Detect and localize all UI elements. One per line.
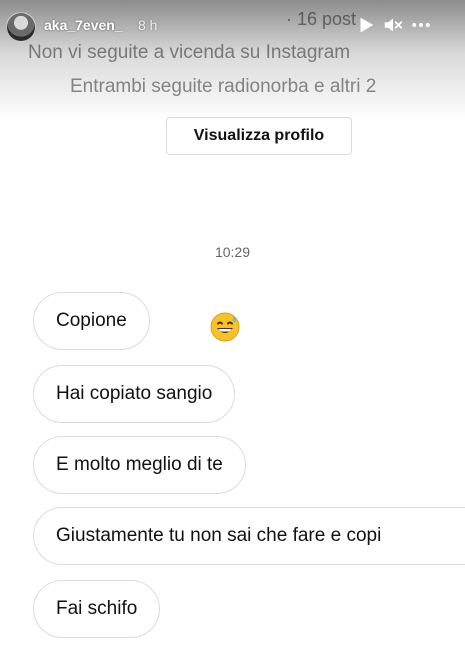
story-header: aka_7even_ 8 h bbox=[0, 8, 465, 44]
mute-icon[interactable] bbox=[382, 14, 404, 36]
mutual-follow-text: Entrambi seguite radionorba e altri 2 bbox=[70, 76, 377, 97]
story-time-ago: 8 h bbox=[138, 17, 158, 33]
message-bubble[interactable]: Fai schifo bbox=[33, 580, 161, 638]
follow-status-text: Non vi seguite a vicenda su Instagram bbox=[28, 42, 351, 63]
username[interactable]: aka_7even_ bbox=[44, 17, 123, 33]
message-timestamp: 10:29 bbox=[214, 244, 251, 260]
play-icon[interactable] bbox=[355, 14, 377, 36]
more-icon[interactable] bbox=[410, 14, 436, 36]
view-profile-button[interactable]: Visualizza profilo bbox=[166, 117, 352, 155]
grinning-sweat-emoji-icon bbox=[209, 311, 241, 343]
message-bubble[interactable]: Giustamente tu non sai che fare e copi bbox=[33, 507, 465, 565]
avatar[interactable] bbox=[6, 12, 36, 42]
message-bubble[interactable]: Copione bbox=[33, 292, 150, 350]
message-bubble[interactable]: Hai copiato sangio bbox=[33, 365, 236, 423]
message-bubble[interactable]: E molto meglio di te bbox=[33, 436, 246, 494]
